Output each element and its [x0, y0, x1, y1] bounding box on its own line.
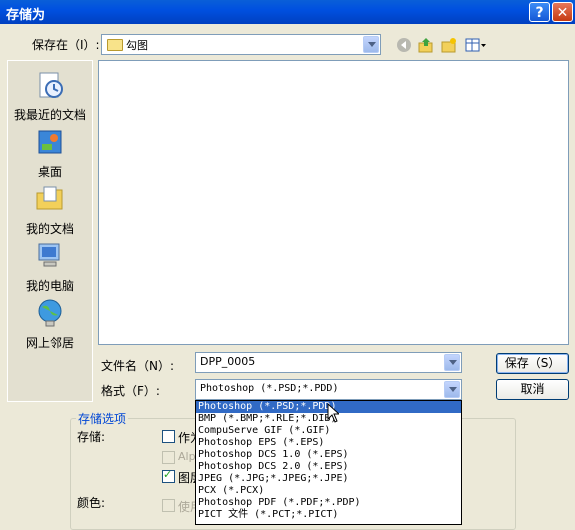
place-recent[interactable]: 我最近的文档: [8, 69, 92, 123]
place-my-documents[interactable]: 我的文档: [8, 183, 92, 237]
format-option[interactable]: Photoshop PDF (*.PDF;*.PDP): [196, 497, 461, 509]
format-value: Photoshop (*.PSD;*.PDD): [200, 383, 339, 394]
format-option[interactable]: Photoshop DCS 1.0 (*.EPS): [196, 449, 461, 461]
place-desktop[interactable]: 桌面: [8, 126, 92, 180]
chevron-down-icon[interactable]: [444, 381, 460, 398]
format-option[interactable]: PICT 文件 (*.PCT;*.PICT): [196, 509, 461, 521]
filename-value: DPP_0005: [200, 355, 256, 368]
mouse-cursor-icon: [327, 403, 339, 423]
recent-documents-icon: [39, 72, 63, 98]
chevron-down-icon[interactable]: [363, 36, 379, 53]
alpha-label: Alp: [178, 450, 196, 463]
color-label: 颜色:: [77, 496, 106, 510]
up-folder-icon[interactable]: [418, 37, 434, 53]
filename-input[interactable]: DPP_0005: [195, 352, 462, 373]
format-option[interactable]: Photoshop EPS (*.EPS): [196, 437, 461, 449]
title-bar: 存储为 ? ✕: [0, 0, 575, 24]
cancel-button[interactable]: 取消: [496, 379, 569, 400]
use-checkbox[interactable]: [162, 499, 175, 512]
view-menu-icon[interactable]: [465, 37, 487, 53]
help-button[interactable]: ?: [529, 2, 550, 22]
my-documents-icon: [36, 186, 63, 210]
desktop-icon: [38, 130, 62, 154]
storage-options-title: 存储选项: [76, 410, 129, 427]
format-option[interactable]: CompuServe GIF (*.GIF): [196, 425, 461, 437]
place-network[interactable]: 网上邻居: [8, 297, 92, 351]
format-label: 格式（F）:: [101, 384, 160, 398]
save-in-combo[interactable]: 勾图: [101, 34, 381, 55]
save-in-value: 勾图: [126, 39, 148, 52]
new-folder-icon[interactable]: [441, 37, 457, 53]
my-computer-icon: [38, 243, 60, 267]
close-button[interactable]: ✕: [552, 2, 573, 22]
alpha-checkbox[interactable]: [162, 451, 175, 464]
place-label: 我的文档: [25, 222, 74, 236]
folder-icon: [107, 39, 123, 51]
storage-label: 存储:: [77, 430, 106, 444]
file-list[interactable]: [98, 60, 569, 345]
place-my-computer[interactable]: 我的电脑: [8, 240, 92, 294]
places-bar: 我最近的文档 桌面 我的文档 我的电脑 网上邻居: [7, 60, 93, 402]
format-select[interactable]: Photoshop (*.PSD;*.PDD): [195, 379, 462, 400]
place-label: 网上邻居: [25, 336, 74, 350]
network-places-icon: [38, 299, 62, 327]
save-button[interactable]: 保存（S）: [496, 353, 569, 374]
format-option[interactable]: PCX (*.PCX): [196, 485, 461, 497]
window-title: 存储为: [6, 8, 46, 23]
filename-label: 文件名（N）:: [101, 359, 175, 373]
place-label: 我的电脑: [25, 279, 74, 293]
as-copy-checkbox[interactable]: [162, 430, 175, 443]
save-in-label: 保存在（I）:: [32, 38, 100, 52]
place-label: 桌面: [37, 165, 62, 179]
chevron-down-icon[interactable]: [444, 354, 460, 371]
place-label: 我最近的文档: [13, 108, 86, 122]
layers-checkbox[interactable]: [162, 468, 175, 483]
format-option[interactable]: Photoshop DCS 2.0 (*.EPS): [196, 461, 461, 473]
format-option[interactable]: JPEG (*.JPG;*.JPEG;*.JPE): [196, 473, 461, 485]
back-icon[interactable]: [396, 37, 412, 53]
